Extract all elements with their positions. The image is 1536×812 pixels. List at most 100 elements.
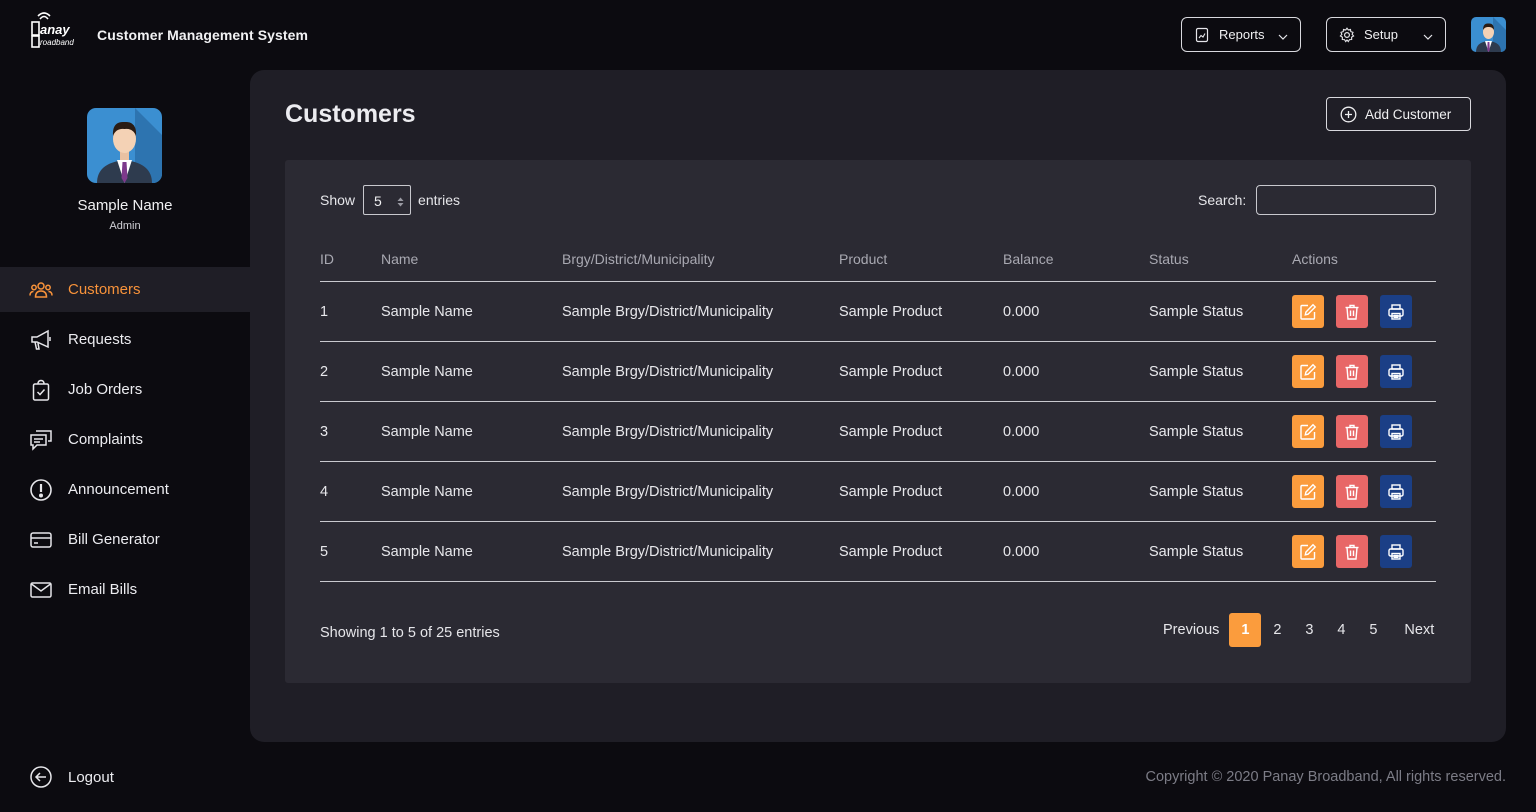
cell-product: Sample Product	[839, 304, 943, 320]
sidebar-item-bill-generator[interactable]: Bill Generator	[0, 517, 250, 562]
sidebar-item-requests[interactable]: Requests	[0, 317, 250, 362]
row-actions	[1292, 475, 1424, 508]
pagination: Previous 1 2 3 4 5 Next	[1163, 613, 1434, 647]
page-size-select[interactable]: 5	[363, 185, 412, 215]
row-actions	[1292, 295, 1424, 328]
sidebar-item-label: Complaints	[68, 431, 144, 448]
report-icon	[1194, 27, 1210, 43]
page-title: Customers	[285, 100, 416, 128]
mail-icon	[29, 578, 53, 602]
main-panel: Customers Add Customer Show 5 entries Se…	[250, 70, 1506, 742]
add-customer-button[interactable]: Add Customer	[1326, 97, 1471, 131]
cell-balance: 0.000	[1003, 424, 1040, 440]
table-body: 1 Sample Name Sample Brgy/District/Municip…	[320, 282, 1436, 582]
logout-button[interactable]: Logout	[0, 762, 250, 792]
edit-button[interactable]	[1292, 475, 1324, 508]
column-header-brgy[interactable]: Brgy/District/Municipality	[562, 251, 714, 267]
delete-button[interactable]	[1336, 415, 1368, 448]
setup-dropdown[interactable]: Setup	[1326, 17, 1446, 52]
app-title: Customer Management System	[97, 27, 309, 43]
table-row: 4 Sample Name Sample Brgy/District/Municip…	[320, 462, 1436, 522]
edit-button[interactable]	[1292, 535, 1324, 568]
print-button[interactable]	[1380, 475, 1412, 508]
search-input[interactable]	[1256, 185, 1436, 215]
edit-icon	[1299, 543, 1317, 561]
gear-icon	[1339, 26, 1355, 43]
sidebar-item-announcement[interactable]: Announcement	[0, 467, 250, 512]
cell-name: Sample Name	[381, 424, 473, 440]
sidebar-item-customers[interactable]: Customers	[0, 267, 250, 312]
cell-name: Sample Name	[381, 484, 473, 500]
cell-id: 2	[320, 364, 329, 380]
previous-page-button[interactable]: Previous	[1163, 622, 1219, 638]
table-info: Showing 1 to 5 of 25 entries	[320, 625, 500, 641]
page-button-3[interactable]: 3	[1293, 613, 1325, 647]
top-bar: anay roadband Customer Management System…	[0, 0, 1536, 70]
sidebar-item-job-orders[interactable]: Job Orders	[0, 367, 250, 412]
sidebar-item-label: Requests	[68, 331, 132, 348]
svg-text:roadband: roadband	[40, 38, 74, 47]
cell-brgy: Sample Brgy/District/Municipality	[562, 364, 774, 380]
cell-name: Sample Name	[381, 304, 473, 320]
sidebar-item-label: Email Bills	[68, 581, 138, 598]
delete-button[interactable]	[1336, 475, 1368, 508]
column-header-balance[interactable]: Balance	[1003, 251, 1054, 267]
cell-brgy: Sample Brgy/District/Municipality	[562, 544, 774, 560]
sidebar-item-label: Customers	[68, 281, 141, 298]
edit-button[interactable]	[1292, 415, 1324, 448]
panay-broadband-logo[interactable]: anay roadband	[30, 10, 88, 50]
print-button[interactable]	[1380, 295, 1412, 328]
sidebar-item-label: Announcement	[68, 481, 169, 498]
column-header-id[interactable]: ID	[320, 251, 334, 267]
trash-icon	[1343, 483, 1361, 501]
customers-table: ID Name Brgy/District/Municipality Produ…	[320, 240, 1436, 582]
delete-button[interactable]	[1336, 535, 1368, 568]
printer-icon	[1387, 423, 1405, 441]
print-button[interactable]	[1380, 415, 1412, 448]
sidebar-item-email-bills[interactable]: Email Bills	[0, 567, 250, 612]
page-button-5[interactable]: 5	[1357, 613, 1389, 647]
edit-icon	[1299, 423, 1317, 441]
users-icon	[29, 278, 53, 302]
footer-copyright: Copyright © 2020 Panay Broadband, All ri…	[1145, 769, 1506, 785]
page-button-2[interactable]: 2	[1261, 613, 1293, 647]
column-header-product[interactable]: Product	[839, 251, 887, 267]
cell-brgy: Sample Brgy/District/Municipality	[562, 484, 774, 500]
cell-status: Sample Status	[1149, 364, 1244, 380]
cell-balance: 0.000	[1003, 364, 1040, 380]
edit-button[interactable]	[1292, 355, 1324, 388]
printer-icon	[1387, 363, 1405, 381]
plus-circle-icon	[1340, 106, 1357, 123]
delete-button[interactable]	[1336, 355, 1368, 388]
cell-product: Sample Product	[839, 544, 943, 560]
reports-label: Reports	[1219, 27, 1265, 42]
page-button-1[interactable]: 1	[1229, 613, 1262, 647]
reports-dropdown[interactable]: Reports	[1181, 17, 1301, 52]
table-header: ID Name Brgy/District/Municipality Produ…	[320, 240, 1436, 282]
profile-name: Sample Name	[77, 197, 173, 214]
next-page-button[interactable]: Next	[1404, 622, 1434, 638]
print-button[interactable]	[1380, 535, 1412, 568]
printer-icon	[1387, 543, 1405, 561]
print-button[interactable]	[1380, 355, 1412, 388]
cell-product: Sample Product	[839, 424, 943, 440]
cell-brgy: Sample Brgy/District/Municipality	[562, 424, 774, 440]
page-button-4[interactable]: 4	[1325, 613, 1357, 647]
column-header-name[interactable]: Name	[381, 251, 418, 267]
cell-id: 1	[320, 304, 329, 320]
user-avatar[interactable]	[1471, 17, 1506, 52]
cell-id: 3	[320, 424, 329, 440]
profile-avatar	[87, 108, 162, 183]
delete-button[interactable]	[1336, 295, 1368, 328]
profile-role: Admin	[109, 220, 141, 232]
edit-button[interactable]	[1292, 295, 1324, 328]
setup-label: Setup	[1364, 27, 1398, 42]
entries-label: entries	[418, 192, 461, 208]
chat-icon	[29, 428, 53, 452]
cell-balance: 0.000	[1003, 544, 1040, 560]
clipboard-check-icon	[29, 378, 53, 402]
column-header-status[interactable]: Status	[1149, 251, 1189, 267]
search-label: Search:	[1198, 192, 1247, 208]
page-size-control: Show 5 entries	[320, 185, 460, 215]
sidebar-item-complaints[interactable]: Complaints	[0, 417, 250, 462]
